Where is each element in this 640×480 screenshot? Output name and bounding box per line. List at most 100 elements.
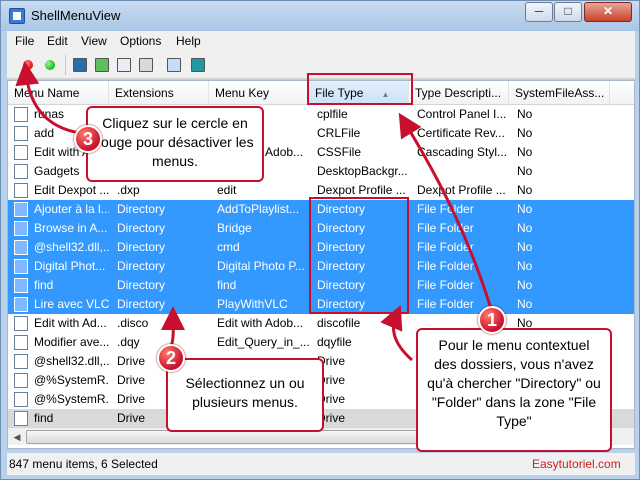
callout-2: Sélectionnez un ou plusieurs menus. [166,358,324,432]
cell-ext: Directory [117,240,166,254]
cell-key: Bridge [217,221,252,235]
maximize-button[interactable]: □ [554,2,582,22]
cell-desc: File Folder [417,259,474,273]
toolbar-separator [65,55,66,75]
column-extensions[interactable]: Extensions [109,81,209,105]
find-icon [167,58,181,72]
cell-ext: .disco [117,316,149,330]
cell-desc: Dexpot Profile ... [417,183,506,197]
menu-item-icon [14,335,28,350]
status-bar: 847 menu items, 6 Selected Easytutoriel.… [7,453,635,475]
properties-icon [139,58,153,72]
cell-name: @%SystemR... [34,373,109,387]
save-button[interactable] [71,56,89,74]
cell-ext: Directory [117,297,166,311]
cell-type: Drive [317,354,346,368]
callout-1: Pour le menu contextuel des dossiers, vo… [416,328,612,452]
menu-item-icon [14,354,28,369]
cell-key: PlayWithVLC [217,297,288,311]
cell-desc: Certificate Rev... [417,126,505,140]
cell-type: discofile [317,316,361,330]
cell-desc: Control Panel I... [417,107,507,121]
cell-type: CRLFile [317,126,361,140]
menu-edit[interactable]: Edit [47,34,68,48]
cell-name: Digital Phot... [34,259,106,273]
callout-3: Cliquez sur le cercle en rouge pour désa… [86,106,264,182]
app-icon [9,8,25,24]
menu-item-icon [14,316,28,331]
enable-button[interactable] [41,56,59,74]
column-type-description[interactable]: Type Descripti... [409,81,509,105]
callout-1-badge: 1 [478,306,506,334]
cell-type: dqyfile [317,335,352,349]
menu-help[interactable]: Help [176,34,201,48]
minimize-button[interactable]: ─ [525,2,553,22]
cell-ext: .dxp [117,183,140,197]
find-button[interactable] [165,56,183,74]
cell-name: Edit Dexpot ... [34,183,109,197]
cell-desc: Cascading Styl... [417,145,508,159]
menu-options[interactable]: Options [120,34,161,48]
cell-type: CSSFile [317,145,362,159]
enable-dot-icon [45,60,55,70]
cell-sys: No [517,297,533,311]
cell-key: Digital Photo P... [217,259,305,273]
cell-desc [413,162,509,181]
callout-3-text: Cliquez sur le cercle en rouge pour désa… [96,115,254,169]
menu-file[interactable]: File [15,34,34,48]
menu-item-icon [14,183,28,198]
column-menu-name[interactable]: Menu Name [8,81,109,105]
cell-key: cmd [217,240,240,254]
menu-item-icon [14,411,28,426]
cell-type: cplfile [317,107,348,121]
cell-name: Browse in A... [34,221,108,235]
menu-item-icon [14,373,28,388]
disable-button[interactable] [19,56,37,74]
cell-desc: File Folder [417,221,474,235]
save-icon [73,58,87,72]
cell-key: Edit_Query_in_... [217,335,309,349]
cell-name: @shell32.dll,... [34,240,109,254]
menu-item-icon [14,202,28,217]
close-button[interactable]: ✕ [584,2,632,22]
menu-item-icon [14,240,28,255]
cell-name: @shell32.dll,... [34,354,109,368]
copy-button[interactable] [115,56,133,74]
cell-sys: No [517,145,533,159]
cell-ext: Directory [117,221,166,235]
menu-item-icon [14,278,28,293]
menu-item-icon [14,107,28,122]
cell-type: Drive [317,373,346,387]
menu-item-icon [14,392,28,407]
cell-ext: Directory [117,202,166,216]
cell-name: Edit with Ad... [34,316,107,330]
brand-watermark: Easytutoriel.com [532,457,621,471]
menu-bar: File Edit View Options Help [7,31,635,51]
cell-key: AddToPlaylist... [217,202,300,216]
callout-2-badge: 2 [157,344,185,372]
column-system-file-association[interactable]: SystemFileAss... [509,81,610,105]
cell-sys: No [517,259,533,273]
exit-button[interactable] [189,56,207,74]
menu-item-icon [14,221,28,236]
window-title: ShellMenuView [31,8,121,23]
menu-view[interactable]: View [81,34,107,48]
column-menu-key[interactable]: Menu Key [209,81,309,105]
menu-item-icon [14,164,28,179]
cell-desc: File Folder [417,240,474,254]
cell-key: edit [217,183,237,197]
cell-name: find [34,278,54,292]
scroll-left-icon[interactable]: ◀ [10,430,24,444]
cell-sys: No [517,164,533,178]
cell-key: find [217,278,237,292]
cell-name: Modifier ave... [34,335,109,349]
properties-button[interactable] [137,56,155,74]
cell-type: Drive [317,411,346,425]
cell-name: Lire avec VLC [34,297,109,311]
menu-item-icon [14,126,28,141]
refresh-button[interactable] [93,56,111,74]
callout-3-badge: 3 [74,125,102,153]
menu-item-icon [14,145,28,160]
refresh-icon [95,58,109,72]
title-bar[interactable]: ShellMenuView ─ □ ✕ [1,1,639,31]
